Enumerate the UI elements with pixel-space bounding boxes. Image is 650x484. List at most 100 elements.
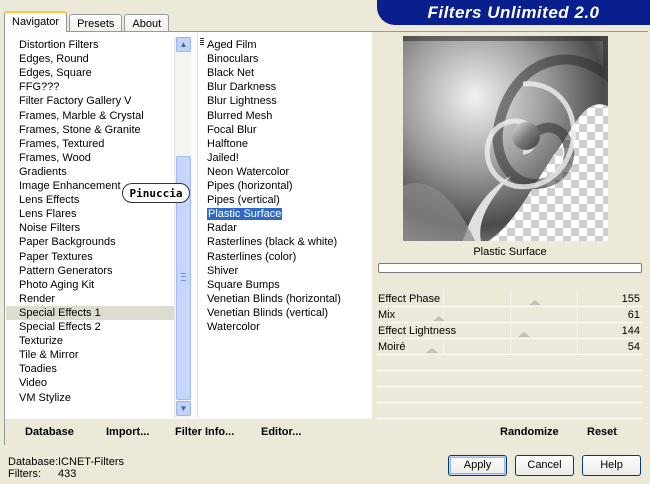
category-item[interactable]: FFG???: [6, 80, 174, 94]
filter-item[interactable]: Plastic Surface: [198, 207, 371, 221]
randomize-button[interactable]: Randomize: [500, 425, 559, 439]
banner-title: Filters Unlimited 2.0: [427, 2, 600, 22]
category-scrollbar[interactable]: ▲ ▼: [174, 37, 191, 418]
parameter-slider[interactable]: Moiré 54: [377, 339, 643, 355]
category-item[interactable]: Frames, Wood: [6, 151, 174, 165]
filter-item[interactable]: Neon Watercolor: [198, 165, 371, 179]
filters-label: Filters:: [8, 468, 41, 480]
category-item[interactable]: Noise Filters: [6, 221, 174, 235]
filter-item[interactable]: Watercolor: [198, 320, 371, 334]
editor-button[interactable]: Editor...: [261, 425, 301, 439]
category-item[interactable]: VM Stylize: [6, 391, 174, 405]
filter-item[interactable]: Pipes (horizontal): [198, 179, 371, 193]
parameter-name: Effect Phase: [378, 293, 441, 305]
filter-item[interactable]: Rasterlines (color): [198, 250, 371, 264]
category-item[interactable]: Frames, Textured: [6, 137, 174, 151]
tab-about[interactable]: About: [124, 14, 170, 32]
filter-item[interactable]: Binoculars: [198, 52, 371, 66]
category-item[interactable]: Filter Factory Gallery V: [6, 94, 174, 108]
chevron-down-icon[interactable]: ▼: [176, 401, 191, 416]
tab-strip: Navigator Presets About: [4, 11, 171, 32]
filter-item-label: Blurred Mesh: [207, 109, 273, 122]
database-button[interactable]: Database: [25, 425, 74, 439]
parameter-slider[interactable]: Effect Phase 155: [377, 291, 643, 307]
slider-marker[interactable]: [518, 332, 530, 337]
category-item[interactable]: Edges, Round: [6, 52, 174, 66]
filter-item[interactable]: Venetian Blinds (horizontal): [198, 292, 371, 306]
category-item[interactable]: Frames, Stone & Granite: [6, 123, 174, 137]
filter-item-label: Plastic Surface: [207, 208, 283, 221]
category-item[interactable]: Special Effects 1: [6, 305, 174, 320]
reset-button[interactable]: Reset: [587, 425, 617, 439]
filter-info-button[interactable]: Filter Info...: [175, 425, 234, 439]
filter-item-label: Pipes (vertical): [207, 194, 280, 207]
cancel-button[interactable]: Cancel: [515, 455, 574, 476]
slider-tick: [577, 291, 578, 307]
category-item[interactable]: Video: [6, 376, 174, 390]
slider-marker[interactable]: [529, 300, 541, 305]
empty-parameter-rows: [377, 355, 643, 419]
filter-item-label: Rasterlines (black & white): [207, 236, 338, 249]
filter-item[interactable]: Blur Darkness: [198, 80, 371, 94]
database-value: ICNET-Filters: [58, 456, 124, 468]
filter-item[interactable]: Venetian Blinds (vertical): [198, 306, 371, 320]
filter-item-label: Shiver: [207, 264, 239, 277]
category-item[interactable]: Special Effects 2: [6, 320, 174, 334]
preview-image: [403, 36, 608, 241]
category-item[interactable]: Pattern Generators: [6, 264, 174, 278]
filter-item[interactable]: Halftone: [198, 137, 371, 151]
filter-item[interactable]: Rasterlines (black & white): [198, 235, 371, 249]
category-item[interactable]: Render: [6, 292, 174, 306]
slider-tick: [510, 307, 511, 323]
category-item[interactable]: Texturize: [6, 334, 174, 348]
filter-item[interactable]: Jailed!: [198, 151, 371, 165]
category-item[interactable]: Lens Flares: [6, 207, 174, 221]
parameter-value: 155: [621, 293, 640, 305]
filter-item-label: Square Bumps: [207, 278, 280, 291]
filter-item-label: Focal Blur: [207, 123, 257, 136]
category-item[interactable]: Frames, Marble & Crystal: [6, 109, 174, 123]
category-list[interactable]: Distortion Filters Edges, Round Edges, Squ…: [6, 33, 174, 418]
filter-item-label: Neon Watercolor: [207, 165, 290, 178]
parameter-name: Effect Lightness: [378, 325, 457, 337]
category-item[interactable]: Edges, Square: [6, 66, 174, 80]
apply-button[interactable]: Apply: [448, 455, 507, 476]
title-banner: Filters Unlimited 2.0: [377, 0, 650, 25]
slider-marker[interactable]: [433, 316, 445, 321]
category-item[interactable]: Tile & Mirror: [6, 348, 174, 362]
filter-item[interactable]: Focal Blur: [198, 123, 371, 137]
filter-item[interactable]: Pipes (vertical): [198, 193, 371, 207]
chevron-up-icon[interactable]: ▲: [176, 37, 191, 52]
category-item[interactable]: Paper Textures: [6, 250, 174, 264]
slider-tick: [510, 291, 511, 307]
parameter-slider[interactable]: Effect Lightness 144: [377, 323, 643, 339]
parameter-slider[interactable]: Mix 61: [377, 307, 643, 323]
filters-count: 433: [58, 468, 77, 480]
filter-item-label: Blur Lightness: [207, 95, 277, 108]
help-button[interactable]: Help: [582, 455, 641, 476]
filter-list[interactable]: Aged Film Binoculars Black Net Blur Darknes…: [197, 33, 371, 418]
category-item[interactable]: Toadies: [6, 362, 174, 376]
filter-item-label: Blur Darkness: [207, 81, 277, 94]
category-item[interactable]: Distortion Filters: [6, 38, 174, 52]
slider-marker[interactable]: [426, 348, 438, 353]
category-item[interactable]: Photo Aging Kit: [6, 278, 174, 292]
tab-navigator[interactable]: Navigator: [4, 11, 68, 32]
filter-item[interactable]: Blurred Mesh: [198, 109, 371, 123]
import-button[interactable]: Import...: [106, 425, 149, 439]
filter-item[interactable]: Aged Film: [198, 38, 371, 52]
category-item[interactable]: Paper Backgrounds: [6, 235, 174, 249]
filter-item-label: Venetian Blinds (horizontal): [207, 292, 341, 305]
filter-item-label: Aged Film: [207, 39, 257, 51]
preview-area: Plastic Surface Effect Phase 155 Mix 61 Effe…: [372, 32, 648, 445]
database-info: Database: ICNET-Filters Filters: 433: [8, 456, 124, 480]
filter-item[interactable]: Shiver: [198, 264, 371, 278]
filter-item[interactable]: Blur Lightness: [198, 94, 371, 108]
filter-item-label: Halftone: [207, 137, 248, 150]
filter-item[interactable]: Radar: [198, 221, 371, 235]
filter-item[interactable]: Square Bumps: [198, 278, 371, 292]
category-item[interactable]: Gradients: [6, 165, 174, 179]
preview-swirl: [403, 36, 608, 241]
tab-presets[interactable]: Presets: [69, 14, 123, 32]
filter-item[interactable]: Black Net: [198, 66, 371, 80]
